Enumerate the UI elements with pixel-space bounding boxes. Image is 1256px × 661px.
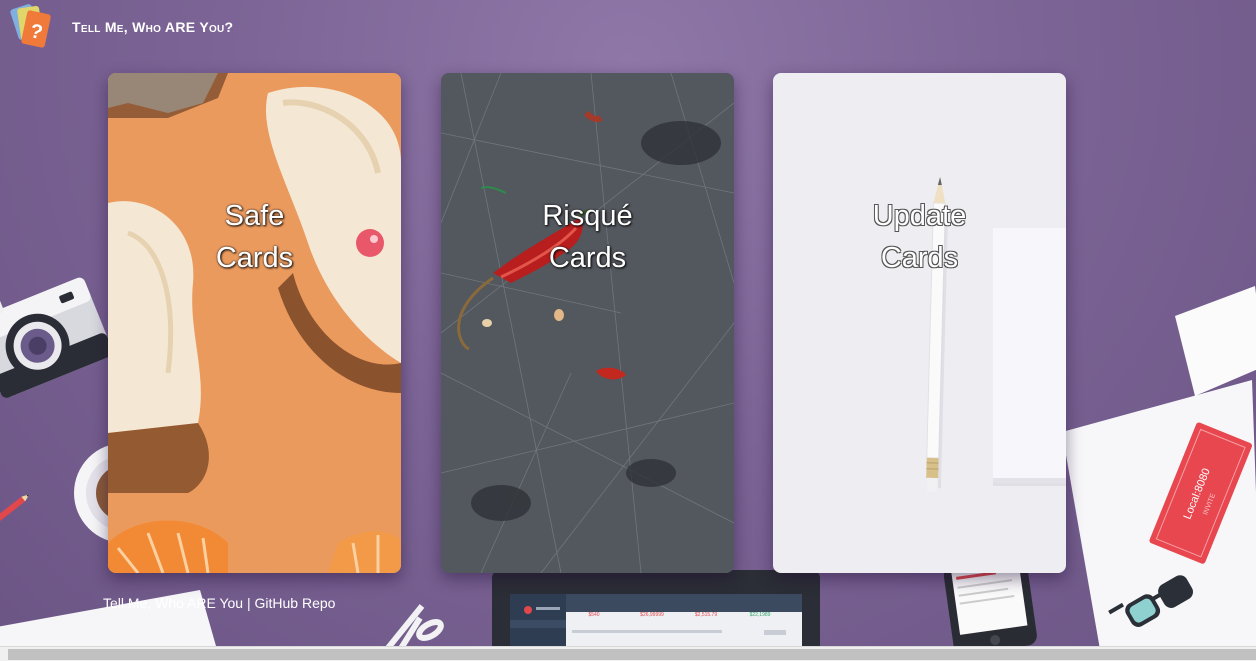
card-title-line2: Cards [548,242,627,274]
risque-cards-card[interactable]: Risqué Cards [441,73,734,573]
card-title-line2: Cards [215,242,294,274]
card-title-line1: Risqué [542,200,633,232]
svg-text:$22,1989: $22,1989 [750,612,771,618]
scissors-illustration [385,604,444,652]
footer: Tell Me, Who ARE You | GitHub Repo [103,595,335,611]
invite-ticket-illustration: Local:8080 INVITE [1149,422,1253,564]
pencil-white-image [773,73,1066,573]
update-cards-label: Update Cards [773,195,1066,279]
question-cards-logo-icon[interactable]: ? [10,2,54,52]
camera-illustration [0,277,113,398]
safe-cards-label: Safe Cards [108,195,401,279]
svg-text:$540: $540 [588,612,599,618]
risque-cards-label: Risqué Cards [441,195,734,279]
svg-text:$2,515.79: $2,515.79 [695,612,717,618]
site-link[interactable]: Tell Me, Who ARE You [103,595,243,611]
update-cards-card[interactable]: Update Cards [773,73,1066,573]
red-pencil-illustration [0,494,30,527]
svg-text:$26,99999: $26,99999 [640,612,664,618]
scrollbar-thumb[interactable] [8,649,1256,660]
footer-separator: | [243,595,255,611]
card-title-line2: Cards [880,242,959,274]
orange-peel-image [108,73,401,573]
card-title-line1: Safe [224,200,285,232]
site-title[interactable]: Tell Me, Who ARE You? [72,19,233,35]
safe-cards-card[interactable]: Safe Cards [108,73,401,573]
chili-slate-image [441,73,734,573]
card-title-line1: Update [872,200,967,232]
sunglasses-illustration [1108,575,1193,627]
horizontal-scrollbar[interactable] [0,646,1256,661]
github-repo-link[interactable]: GitHub Repo [255,595,336,611]
